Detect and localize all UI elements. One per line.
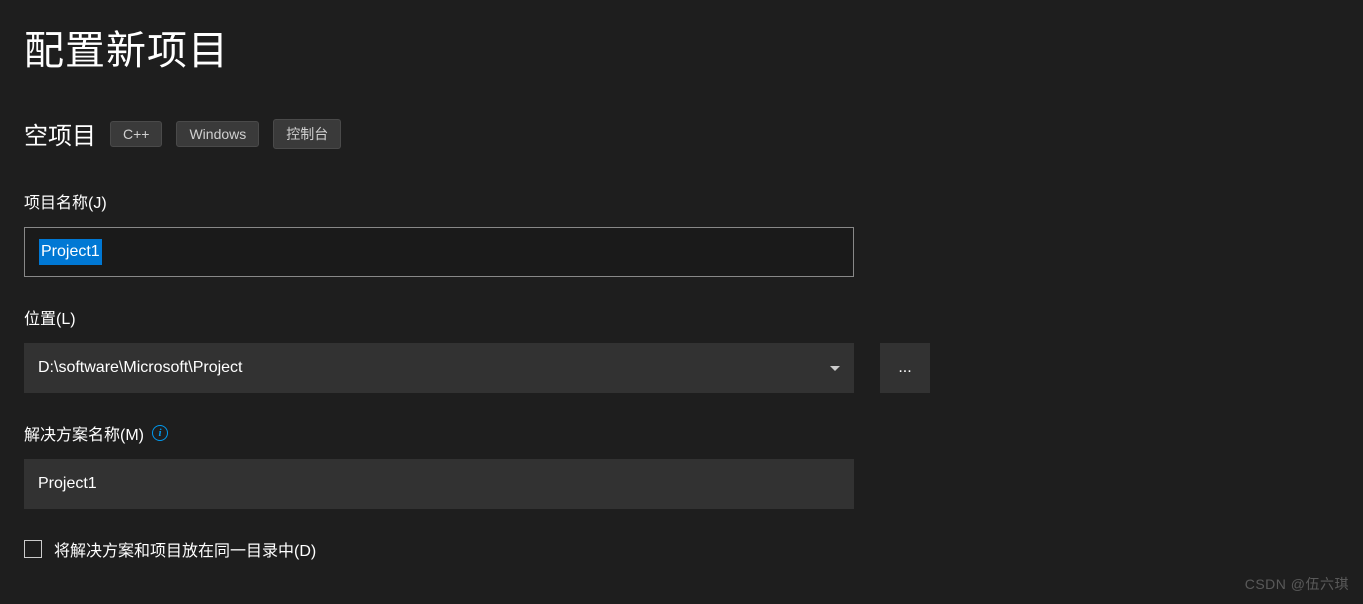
location-combobox[interactable]: D:\software\Microsoft\Project [24,343,854,393]
info-icon[interactable]: i [152,425,168,441]
solution-name-label: 解决方案名称(M) [24,421,144,445]
location-group: 位置(L) D:\software\Microsoft\Project ... [24,305,1339,393]
chevron-down-icon [830,366,840,371]
solution-name-input[interactable]: Project1 [24,459,854,509]
project-name-label: 项目名称(J) [24,189,1339,213]
location-label: 位置(L) [24,305,1339,329]
solution-name-value: Project1 [38,475,97,493]
tag-console: 控制台 [273,119,341,149]
template-info-row: 空项目 C++ Windows 控制台 [24,116,1339,151]
same-directory-label[interactable]: 将解决方案和项目放在同一目录中(D) [54,537,316,561]
tag-windows: Windows [176,121,259,147]
project-name-group: 项目名称(J) Project1 [24,189,1339,277]
page-title: 配置新项目 [24,18,1339,76]
template-name: 空项目 [24,116,96,151]
location-value: D:\software\Microsoft\Project [38,359,243,377]
tag-cpp: C++ [110,121,162,147]
browse-button[interactable]: ... [880,343,930,393]
project-name-value: Project1 [39,239,102,265]
watermark: CSDN @伍六琪 [1245,574,1349,594]
solution-name-group: 解决方案名称(M) i Project1 [24,421,1339,509]
same-directory-row: 将解决方案和项目放在同一目录中(D) [24,537,1339,561]
same-directory-checkbox[interactable] [24,540,42,558]
project-name-input[interactable]: Project1 [24,227,854,277]
